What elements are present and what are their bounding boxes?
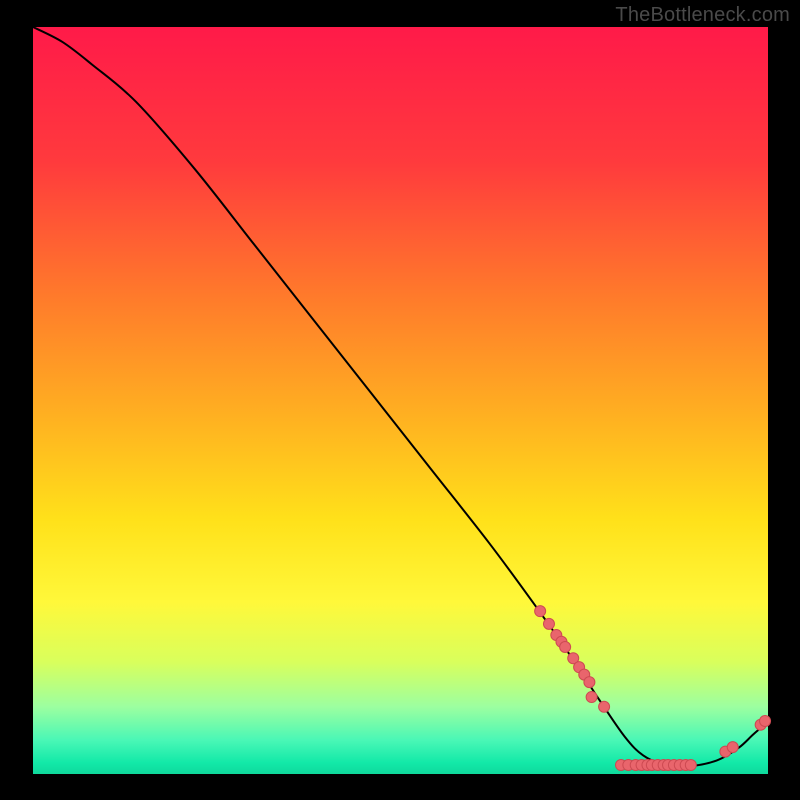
bottleneck-chart: [0, 0, 800, 800]
data-marker: [685, 760, 696, 771]
plot-background: [33, 27, 768, 774]
chart-container: { "watermark": "TheBottleneck.com", "col…: [0, 0, 800, 800]
data-marker: [727, 742, 738, 753]
watermark-text: TheBottleneck.com: [615, 4, 790, 27]
data-marker: [560, 642, 571, 653]
data-marker: [760, 715, 771, 726]
data-marker: [543, 618, 554, 629]
data-marker: [535, 606, 546, 617]
data-marker: [599, 701, 610, 712]
data-marker: [584, 677, 595, 688]
data-marker: [586, 692, 597, 703]
